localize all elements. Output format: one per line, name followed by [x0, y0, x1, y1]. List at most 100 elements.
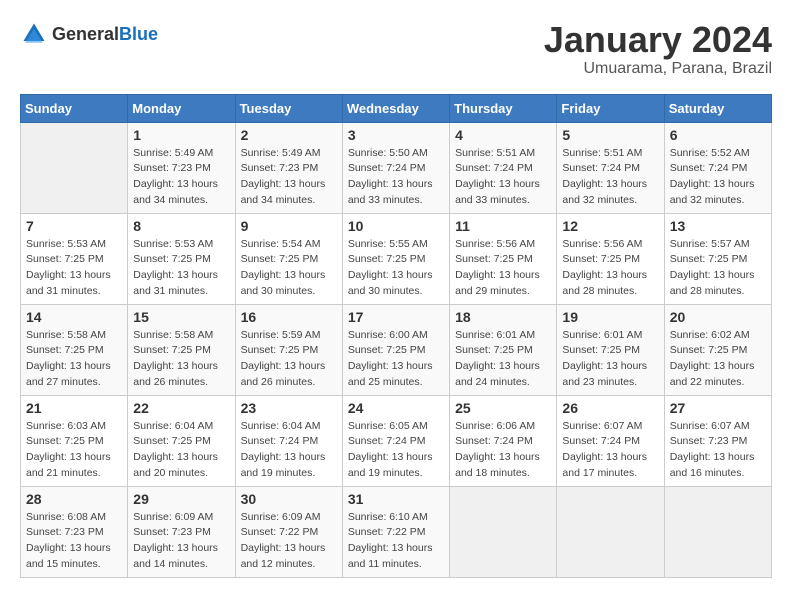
day-number: 29 — [133, 491, 229, 507]
weekday-header: Tuesday — [235, 94, 342, 122]
calendar-cell: 13 Sunrise: 5:57 AMSunset: 7:25 PMDaylig… — [664, 213, 771, 304]
day-number: 1 — [133, 127, 229, 143]
day-info: Sunrise: 5:54 AMSunset: 7:25 PMDaylight:… — [241, 237, 337, 300]
calendar-cell: 15 Sunrise: 5:58 AMSunset: 7:25 PMDaylig… — [128, 304, 235, 395]
day-info: Sunrise: 5:59 AMSunset: 7:25 PMDaylight:… — [241, 328, 337, 391]
day-info: Sunrise: 5:53 AMSunset: 7:25 PMDaylight:… — [26, 237, 122, 300]
calendar-cell — [21, 122, 128, 213]
header-row: SundayMondayTuesdayWednesdayThursdayFrid… — [21, 94, 772, 122]
day-number: 27 — [670, 400, 766, 416]
calendar-cell: 7 Sunrise: 5:53 AMSunset: 7:25 PMDayligh… — [21, 213, 128, 304]
day-number: 5 — [562, 127, 658, 143]
calendar-row: 14 Sunrise: 5:58 AMSunset: 7:25 PMDaylig… — [21, 304, 772, 395]
day-info: Sunrise: 6:04 AMSunset: 7:25 PMDaylight:… — [133, 419, 229, 482]
day-info: Sunrise: 6:09 AMSunset: 7:23 PMDaylight:… — [133, 510, 229, 573]
calendar-row: 21 Sunrise: 6:03 AMSunset: 7:25 PMDaylig… — [21, 395, 772, 486]
day-info: Sunrise: 5:53 AMSunset: 7:25 PMDaylight:… — [133, 237, 229, 300]
calendar-cell: 11 Sunrise: 5:56 AMSunset: 7:25 PMDaylig… — [450, 213, 557, 304]
calendar-cell: 27 Sunrise: 6:07 AMSunset: 7:23 PMDaylig… — [664, 395, 771, 486]
calendar-cell: 9 Sunrise: 5:54 AMSunset: 7:25 PMDayligh… — [235, 213, 342, 304]
day-number: 22 — [133, 400, 229, 416]
calendar-cell: 4 Sunrise: 5:51 AMSunset: 7:24 PMDayligh… — [450, 122, 557, 213]
day-info: Sunrise: 6:02 AMSunset: 7:25 PMDaylight:… — [670, 328, 766, 391]
calendar-cell: 17 Sunrise: 6:00 AMSunset: 7:25 PMDaylig… — [342, 304, 449, 395]
calendar-row: 7 Sunrise: 5:53 AMSunset: 7:25 PMDayligh… — [21, 213, 772, 304]
day-number: 26 — [562, 400, 658, 416]
day-number: 13 — [670, 218, 766, 234]
calendar-cell: 18 Sunrise: 6:01 AMSunset: 7:25 PMDaylig… — [450, 304, 557, 395]
logo: GeneralBlue — [20, 20, 158, 48]
calendar-cell: 14 Sunrise: 5:58 AMSunset: 7:25 PMDaylig… — [21, 304, 128, 395]
title-block: January 2024 Umuarama, Parana, Brazil — [544, 20, 772, 78]
weekday-header: Wednesday — [342, 94, 449, 122]
day-number: 23 — [241, 400, 337, 416]
calendar-cell: 10 Sunrise: 5:55 AMSunset: 7:25 PMDaylig… — [342, 213, 449, 304]
calendar-cell: 3 Sunrise: 5:50 AMSunset: 7:24 PMDayligh… — [342, 122, 449, 213]
calendar-cell: 19 Sunrise: 6:01 AMSunset: 7:25 PMDaylig… — [557, 304, 664, 395]
day-number: 9 — [241, 218, 337, 234]
day-info: Sunrise: 6:06 AMSunset: 7:24 PMDaylight:… — [455, 419, 551, 482]
calendar-cell: 2 Sunrise: 5:49 AMSunset: 7:23 PMDayligh… — [235, 122, 342, 213]
day-info: Sunrise: 5:50 AMSunset: 7:24 PMDaylight:… — [348, 146, 444, 209]
day-info: Sunrise: 6:05 AMSunset: 7:24 PMDaylight:… — [348, 419, 444, 482]
calendar-cell — [664, 486, 771, 577]
day-number: 24 — [348, 400, 444, 416]
day-info: Sunrise: 6:10 AMSunset: 7:22 PMDaylight:… — [348, 510, 444, 573]
day-number: 18 — [455, 309, 551, 325]
page-header: GeneralBlue January 2024 Umuarama, Paran… — [20, 20, 772, 78]
calendar-row: 28 Sunrise: 6:08 AMSunset: 7:23 PMDaylig… — [21, 486, 772, 577]
calendar-table: SundayMondayTuesdayWednesdayThursdayFrid… — [20, 94, 772, 578]
day-number: 14 — [26, 309, 122, 325]
calendar-cell: 1 Sunrise: 5:49 AMSunset: 7:23 PMDayligh… — [128, 122, 235, 213]
day-info: Sunrise: 5:55 AMSunset: 7:25 PMDaylight:… — [348, 237, 444, 300]
calendar-cell: 26 Sunrise: 6:07 AMSunset: 7:24 PMDaylig… — [557, 395, 664, 486]
day-number: 17 — [348, 309, 444, 325]
weekday-header: Sunday — [21, 94, 128, 122]
day-number: 2 — [241, 127, 337, 143]
calendar-cell: 23 Sunrise: 6:04 AMSunset: 7:24 PMDaylig… — [235, 395, 342, 486]
day-info: Sunrise: 5:58 AMSunset: 7:25 PMDaylight:… — [26, 328, 122, 391]
day-number: 20 — [670, 309, 766, 325]
day-info: Sunrise: 6:01 AMSunset: 7:25 PMDaylight:… — [562, 328, 658, 391]
calendar-cell: 5 Sunrise: 5:51 AMSunset: 7:24 PMDayligh… — [557, 122, 664, 213]
day-info: Sunrise: 6:04 AMSunset: 7:24 PMDaylight:… — [241, 419, 337, 482]
day-number: 10 — [348, 218, 444, 234]
day-info: Sunrise: 6:09 AMSunset: 7:22 PMDaylight:… — [241, 510, 337, 573]
day-info: Sunrise: 5:56 AMSunset: 7:25 PMDaylight:… — [562, 237, 658, 300]
weekday-header: Saturday — [664, 94, 771, 122]
day-info: Sunrise: 5:49 AMSunset: 7:23 PMDaylight:… — [133, 146, 229, 209]
calendar-cell: 29 Sunrise: 6:09 AMSunset: 7:23 PMDaylig… — [128, 486, 235, 577]
calendar-cell: 28 Sunrise: 6:08 AMSunset: 7:23 PMDaylig… — [21, 486, 128, 577]
day-number: 7 — [26, 218, 122, 234]
calendar-cell: 21 Sunrise: 6:03 AMSunset: 7:25 PMDaylig… — [21, 395, 128, 486]
day-info: Sunrise: 5:51 AMSunset: 7:24 PMDaylight:… — [562, 146, 658, 209]
day-info: Sunrise: 6:08 AMSunset: 7:23 PMDaylight:… — [26, 510, 122, 573]
day-info: Sunrise: 6:00 AMSunset: 7:25 PMDaylight:… — [348, 328, 444, 391]
calendar-cell: 31 Sunrise: 6:10 AMSunset: 7:22 PMDaylig… — [342, 486, 449, 577]
weekday-header: Thursday — [450, 94, 557, 122]
day-number: 16 — [241, 309, 337, 325]
day-info: Sunrise: 5:49 AMSunset: 7:23 PMDaylight:… — [241, 146, 337, 209]
calendar-cell — [557, 486, 664, 577]
calendar-cell: 20 Sunrise: 6:02 AMSunset: 7:25 PMDaylig… — [664, 304, 771, 395]
calendar-cell: 8 Sunrise: 5:53 AMSunset: 7:25 PMDayligh… — [128, 213, 235, 304]
location-title: Umuarama, Parana, Brazil — [544, 60, 772, 78]
day-info: Sunrise: 6:01 AMSunset: 7:25 PMDaylight:… — [455, 328, 551, 391]
calendar-cell: 30 Sunrise: 6:09 AMSunset: 7:22 PMDaylig… — [235, 486, 342, 577]
day-info: Sunrise: 5:56 AMSunset: 7:25 PMDaylight:… — [455, 237, 551, 300]
logo-blue: Blue — [119, 24, 158, 44]
day-info: Sunrise: 6:07 AMSunset: 7:24 PMDaylight:… — [562, 419, 658, 482]
day-number: 30 — [241, 491, 337, 507]
calendar-cell: 24 Sunrise: 6:05 AMSunset: 7:24 PMDaylig… — [342, 395, 449, 486]
weekday-header: Friday — [557, 94, 664, 122]
calendar-cell: 12 Sunrise: 5:56 AMSunset: 7:25 PMDaylig… — [557, 213, 664, 304]
day-number: 11 — [455, 218, 551, 234]
calendar-cell: 22 Sunrise: 6:04 AMSunset: 7:25 PMDaylig… — [128, 395, 235, 486]
day-number: 31 — [348, 491, 444, 507]
day-number: 25 — [455, 400, 551, 416]
day-info: Sunrise: 6:07 AMSunset: 7:23 PMDaylight:… — [670, 419, 766, 482]
weekday-header: Monday — [128, 94, 235, 122]
day-number: 3 — [348, 127, 444, 143]
logo-icon — [20, 20, 48, 48]
day-number: 15 — [133, 309, 229, 325]
